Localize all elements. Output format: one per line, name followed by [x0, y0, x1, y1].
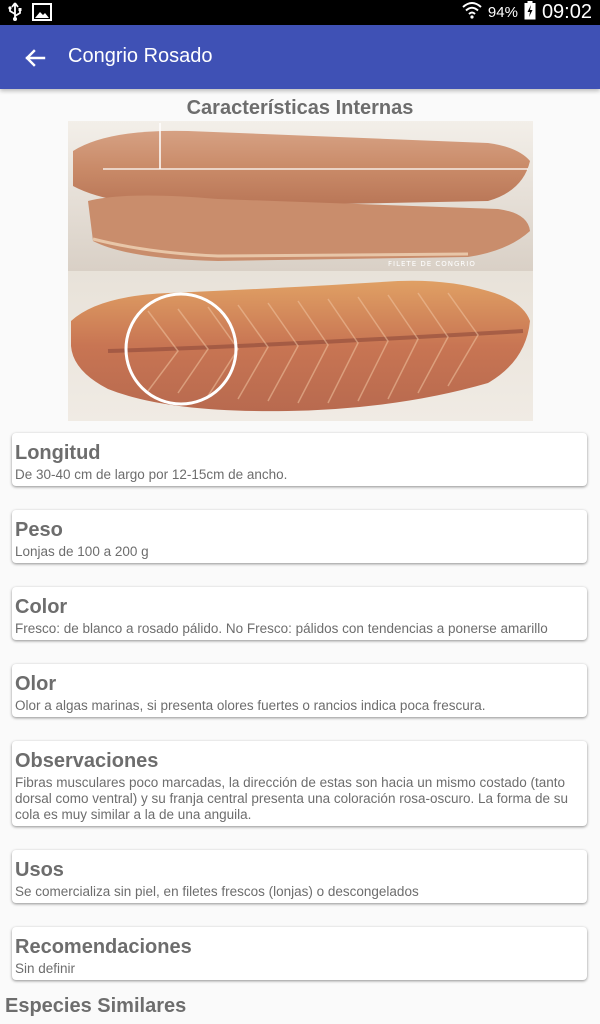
- card-text: De 30-40 cm de largo por 12-15cm de anch…: [15, 467, 288, 482]
- card-title: Usos: [15, 859, 64, 881]
- fish-fillet-photo: FILETE DE CONGRIO: [68, 121, 533, 421]
- card-text: Olor a algas marinas, si presenta olores…: [15, 698, 486, 713]
- card-text: Fresco: de blanco a rosado pálido. No Fr…: [15, 621, 548, 636]
- card-usos: Usos Se comercializa sin piel, en filete…: [12, 850, 587, 903]
- battery-percent: 94%: [487, 4, 518, 21]
- card-text: Fibras musculares poco marcadas, la dire…: [15, 775, 569, 822]
- image-notification-icon: [32, 3, 52, 26]
- card-recomendaciones: Recomendaciones Sin definir: [12, 927, 587, 980]
- card-title: Color: [15, 596, 68, 618]
- card-title: Olor: [15, 673, 57, 695]
- app-bar: Congrio Rosado: [0, 25, 600, 89]
- card-color: Color Fresco: de blanco a rosado pálido.…: [12, 587, 587, 640]
- back-button[interactable]: [20, 43, 50, 73]
- photo-watermark: FILETE DE CONGRIO: [388, 260, 476, 268]
- card-title: Recomendaciones: [15, 936, 192, 958]
- card-text: Lonjas de 100 a 200 g: [15, 544, 149, 559]
- similar-species-heading: Especies Similares: [5, 995, 187, 1017]
- app-bar-title: Congrio Rosado: [68, 45, 213, 67]
- clock: 09:02: [541, 1, 592, 23]
- card-observaciones: Observaciones Fibras musculares poco mar…: [12, 741, 587, 826]
- wifi-icon: [462, 1, 482, 24]
- card-longitud: Longitud De 30-40 cm de largo por 12-15c…: [12, 433, 587, 486]
- card-text: Se comercializa sin piel, en filetes fre…: [15, 884, 419, 899]
- battery-icon: [524, 0, 536, 25]
- card-title: Longitud: [15, 442, 101, 464]
- card-title: Observaciones: [15, 750, 159, 772]
- card-olor: Olor Olor a algas marinas, si presenta o…: [12, 664, 587, 717]
- card-text: Sin definir: [15, 961, 76, 976]
- section-title: Características Internas: [186, 97, 414, 119]
- card-title: Peso: [15, 519, 63, 541]
- card-peso: Peso Lonjas de 100 a 200 g: [12, 510, 587, 563]
- arrow-left-icon: [25, 49, 46, 67]
- status-bar: 94% 09:02: [0, 0, 600, 25]
- usb-icon: [8, 2, 22, 27]
